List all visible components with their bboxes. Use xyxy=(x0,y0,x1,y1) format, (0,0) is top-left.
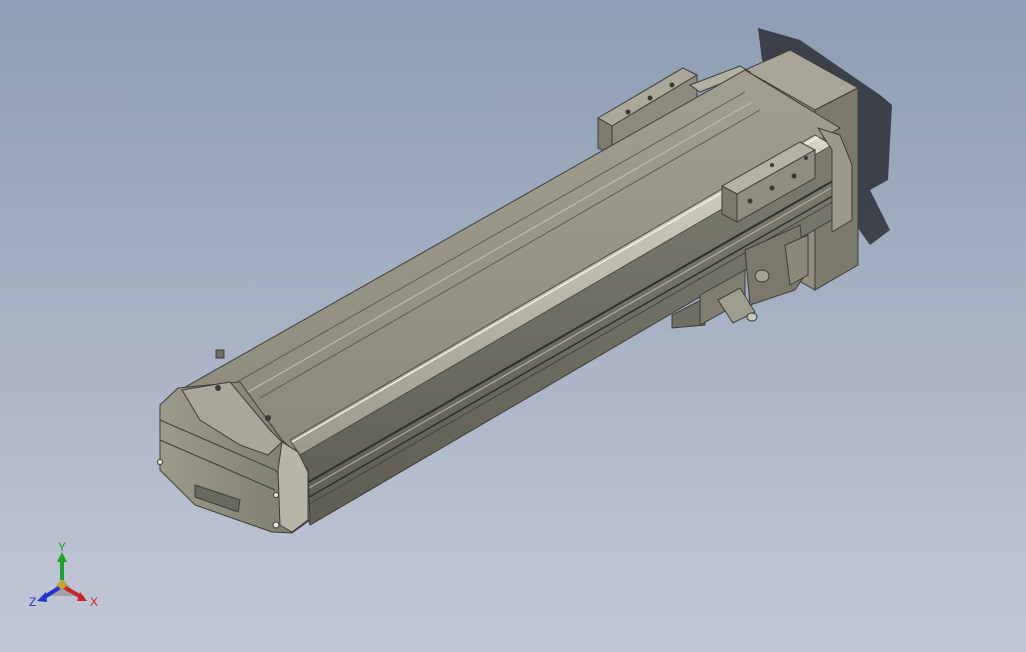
y-axis-arrow-icon xyxy=(57,552,67,580)
triad-z-label: Z xyxy=(29,595,37,609)
triad-x-label: X xyxy=(90,595,99,609)
linear-actuator-model[interactable] xyxy=(0,0,1026,652)
graphics-viewport[interactable]: Y X Z xyxy=(0,0,1026,652)
triad-y-label: Y xyxy=(58,540,67,554)
triad-origin-icon xyxy=(58,581,66,589)
